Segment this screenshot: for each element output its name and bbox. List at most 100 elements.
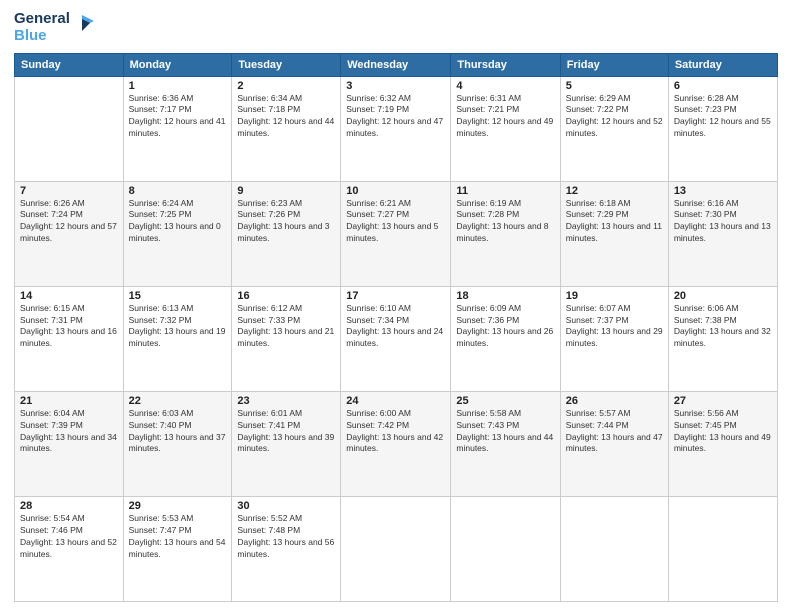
day-number: 2 [237, 80, 335, 92]
day-number: 26 [566, 395, 663, 407]
day-info: Sunrise: 6:32 AM Sunset: 7:19 PM Dayligh… [346, 93, 445, 141]
logo-bird-icon [72, 13, 94, 41]
day-info: Sunrise: 5:53 AM Sunset: 7:47 PM Dayligh… [129, 513, 227, 561]
day-cell: 2 Sunrise: 6:34 AM Sunset: 7:18 PM Dayli… [232, 76, 341, 181]
column-header-monday: Monday [123, 53, 232, 76]
day-info: Sunrise: 6:24 AM Sunset: 7:25 PM Dayligh… [129, 198, 227, 246]
day-number: 20 [674, 290, 772, 302]
day-info: Sunrise: 6:34 AM Sunset: 7:18 PM Dayligh… [237, 93, 335, 141]
column-header-tuesday: Tuesday [232, 53, 341, 76]
day-cell: 7 Sunrise: 6:26 AM Sunset: 7:24 PM Dayli… [15, 181, 124, 286]
day-cell: 21 Sunrise: 6:04 AM Sunset: 7:39 PM Dayl… [15, 391, 124, 496]
day-number: 25 [456, 395, 554, 407]
day-cell: 29 Sunrise: 5:53 AM Sunset: 7:47 PM Dayl… [123, 496, 232, 601]
day-cell: 28 Sunrise: 5:54 AM Sunset: 7:46 PM Dayl… [15, 496, 124, 601]
day-number: 3 [346, 80, 445, 92]
logo: General Blue [14, 10, 94, 45]
day-number: 10 [346, 185, 445, 197]
day-info: Sunrise: 6:36 AM Sunset: 7:17 PM Dayligh… [129, 93, 227, 141]
day-cell: 19 Sunrise: 6:07 AM Sunset: 7:37 PM Dayl… [560, 286, 668, 391]
day-number: 22 [129, 395, 227, 407]
day-cell: 12 Sunrise: 6:18 AM Sunset: 7:29 PM Dayl… [560, 181, 668, 286]
day-number: 24 [346, 395, 445, 407]
day-cell: 22 Sunrise: 6:03 AM Sunset: 7:40 PM Dayl… [123, 391, 232, 496]
day-cell: 4 Sunrise: 6:31 AM Sunset: 7:21 PM Dayli… [451, 76, 560, 181]
column-header-sunday: Sunday [15, 53, 124, 76]
day-cell: 6 Sunrise: 6:28 AM Sunset: 7:23 PM Dayli… [668, 76, 777, 181]
day-number: 6 [674, 80, 772, 92]
day-number: 30 [237, 500, 335, 512]
day-info: Sunrise: 6:23 AM Sunset: 7:26 PM Dayligh… [237, 198, 335, 246]
day-info: Sunrise: 5:56 AM Sunset: 7:45 PM Dayligh… [674, 408, 772, 456]
day-number: 11 [456, 185, 554, 197]
day-info: Sunrise: 6:06 AM Sunset: 7:38 PM Dayligh… [674, 303, 772, 351]
day-info: Sunrise: 6:12 AM Sunset: 7:33 PM Dayligh… [237, 303, 335, 351]
day-info: Sunrise: 6:01 AM Sunset: 7:41 PM Dayligh… [237, 408, 335, 456]
day-number: 27 [674, 395, 772, 407]
day-cell: 13 Sunrise: 6:16 AM Sunset: 7:30 PM Dayl… [668, 181, 777, 286]
day-info: Sunrise: 6:21 AM Sunset: 7:27 PM Dayligh… [346, 198, 445, 246]
day-cell: 3 Sunrise: 6:32 AM Sunset: 7:19 PM Dayli… [341, 76, 451, 181]
day-cell [668, 496, 777, 601]
day-info: Sunrise: 6:13 AM Sunset: 7:32 PM Dayligh… [129, 303, 227, 351]
day-info: Sunrise: 6:00 AM Sunset: 7:42 PM Dayligh… [346, 408, 445, 456]
day-number: 14 [20, 290, 118, 302]
day-cell [560, 496, 668, 601]
day-number: 4 [456, 80, 554, 92]
day-number: 19 [566, 290, 663, 302]
day-info: Sunrise: 6:09 AM Sunset: 7:36 PM Dayligh… [456, 303, 554, 351]
week-row-4: 21 Sunrise: 6:04 AM Sunset: 7:39 PM Dayl… [15, 391, 778, 496]
week-row-1: 1 Sunrise: 6:36 AM Sunset: 7:17 PM Dayli… [15, 76, 778, 181]
day-number: 15 [129, 290, 227, 302]
day-info: Sunrise: 6:07 AM Sunset: 7:37 PM Dayligh… [566, 303, 663, 351]
day-cell: 18 Sunrise: 6:09 AM Sunset: 7:36 PM Dayl… [451, 286, 560, 391]
day-cell: 9 Sunrise: 6:23 AM Sunset: 7:26 PM Dayli… [232, 181, 341, 286]
day-cell: 27 Sunrise: 5:56 AM Sunset: 7:45 PM Dayl… [668, 391, 777, 496]
day-info: Sunrise: 5:58 AM Sunset: 7:43 PM Dayligh… [456, 408, 554, 456]
column-header-thursday: Thursday [451, 53, 560, 76]
day-cell: 23 Sunrise: 6:01 AM Sunset: 7:41 PM Dayl… [232, 391, 341, 496]
day-cell: 25 Sunrise: 5:58 AM Sunset: 7:43 PM Dayl… [451, 391, 560, 496]
header: General Blue [14, 10, 778, 45]
day-info: Sunrise: 6:31 AM Sunset: 7:21 PM Dayligh… [456, 93, 554, 141]
day-number: 17 [346, 290, 445, 302]
day-info: Sunrise: 6:28 AM Sunset: 7:23 PM Dayligh… [674, 93, 772, 141]
day-cell: 11 Sunrise: 6:19 AM Sunset: 7:28 PM Dayl… [451, 181, 560, 286]
day-info: Sunrise: 6:04 AM Sunset: 7:39 PM Dayligh… [20, 408, 118, 456]
day-cell [341, 496, 451, 601]
day-cell: 17 Sunrise: 6:10 AM Sunset: 7:34 PM Dayl… [341, 286, 451, 391]
day-cell: 20 Sunrise: 6:06 AM Sunset: 7:38 PM Dayl… [668, 286, 777, 391]
day-cell: 26 Sunrise: 5:57 AM Sunset: 7:44 PM Dayl… [560, 391, 668, 496]
day-number: 7 [20, 185, 118, 197]
day-number: 1 [129, 80, 227, 92]
calendar-table: SundayMondayTuesdayWednesdayThursdayFrid… [14, 53, 778, 603]
day-cell [15, 76, 124, 181]
day-cell: 5 Sunrise: 6:29 AM Sunset: 7:22 PM Dayli… [560, 76, 668, 181]
week-row-5: 28 Sunrise: 5:54 AM Sunset: 7:46 PM Dayl… [15, 496, 778, 601]
day-number: 8 [129, 185, 227, 197]
day-number: 5 [566, 80, 663, 92]
day-cell: 10 Sunrise: 6:21 AM Sunset: 7:27 PM Dayl… [341, 181, 451, 286]
day-info: Sunrise: 6:10 AM Sunset: 7:34 PM Dayligh… [346, 303, 445, 351]
day-info: Sunrise: 6:19 AM Sunset: 7:28 PM Dayligh… [456, 198, 554, 246]
column-header-saturday: Saturday [668, 53, 777, 76]
column-header-friday: Friday [560, 53, 668, 76]
day-number: 23 [237, 395, 335, 407]
day-cell: 15 Sunrise: 6:13 AM Sunset: 7:32 PM Dayl… [123, 286, 232, 391]
logo-text-general: General [14, 10, 70, 27]
day-info: Sunrise: 6:03 AM Sunset: 7:40 PM Dayligh… [129, 408, 227, 456]
day-number: 29 [129, 500, 227, 512]
day-info: Sunrise: 6:18 AM Sunset: 7:29 PM Dayligh… [566, 198, 663, 246]
day-info: Sunrise: 6:26 AM Sunset: 7:24 PM Dayligh… [20, 198, 118, 246]
day-info: Sunrise: 6:16 AM Sunset: 7:30 PM Dayligh… [674, 198, 772, 246]
day-cell: 24 Sunrise: 6:00 AM Sunset: 7:42 PM Dayl… [341, 391, 451, 496]
day-cell [451, 496, 560, 601]
day-cell: 14 Sunrise: 6:15 AM Sunset: 7:31 PM Dayl… [15, 286, 124, 391]
logo-text-blue: Blue [14, 27, 47, 44]
day-number: 16 [237, 290, 335, 302]
day-cell: 16 Sunrise: 6:12 AM Sunset: 7:33 PM Dayl… [232, 286, 341, 391]
day-info: Sunrise: 6:15 AM Sunset: 7:31 PM Dayligh… [20, 303, 118, 351]
day-number: 9 [237, 185, 335, 197]
day-info: Sunrise: 5:52 AM Sunset: 7:48 PM Dayligh… [237, 513, 335, 561]
day-cell: 30 Sunrise: 5:52 AM Sunset: 7:48 PM Dayl… [232, 496, 341, 601]
